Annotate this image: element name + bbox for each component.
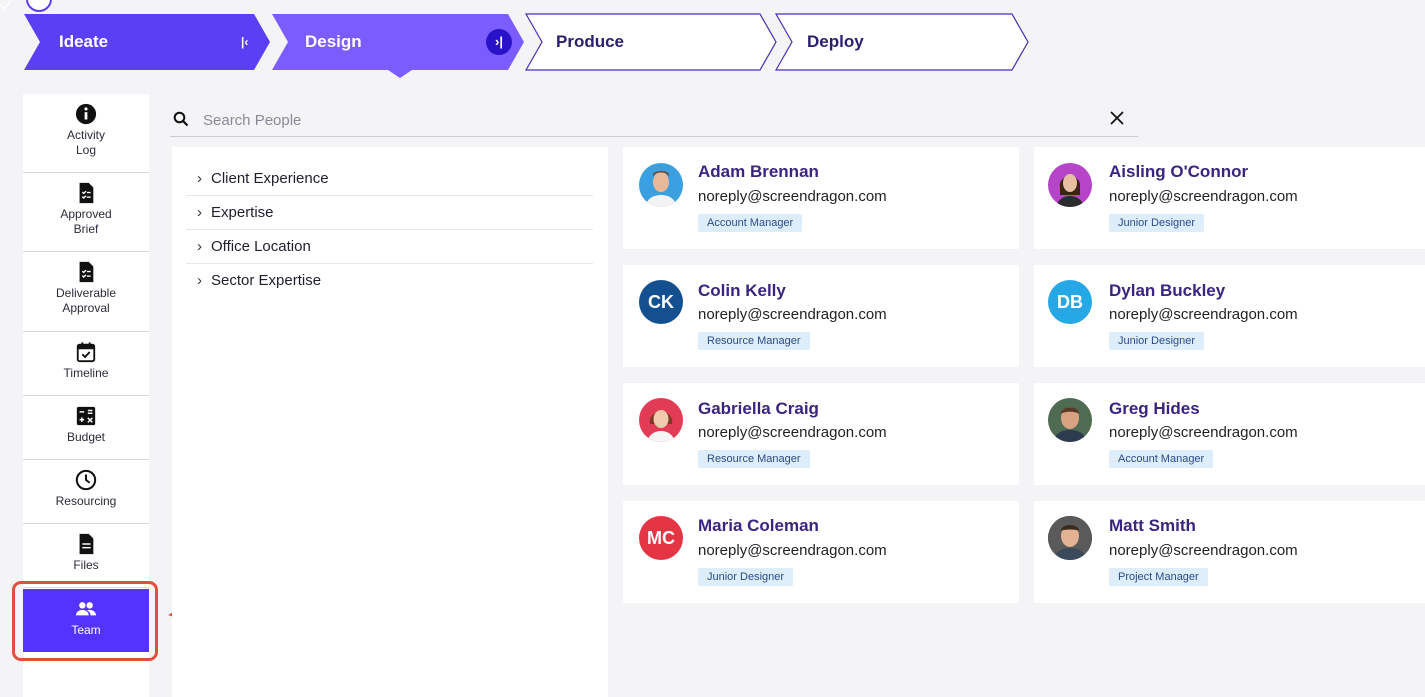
- person-card[interactable]: Gabriella Craig noreply@screendragon.com…: [623, 383, 1019, 485]
- person-name[interactable]: Aisling O'Connor: [1109, 162, 1248, 182]
- person-email: noreply@screendragon.com: [698, 188, 887, 205]
- person-card[interactable]: Greg Hides noreply@screendragon.com Acco…: [1034, 383, 1425, 485]
- avatar: CK: [639, 280, 683, 324]
- stepper-shapes: [24, 13, 1029, 78]
- calculator-icon: [76, 406, 96, 426]
- person-photo-icon: [647, 410, 675, 442]
- person-email: noreply@screendragon.com: [698, 306, 887, 323]
- avatar-initials: CK: [648, 292, 674, 312]
- annotation-highlight-box: [12, 581, 158, 661]
- step-design-label[interactable]: Design: [305, 32, 362, 52]
- person-card[interactable]: Aisling O'Connor noreply@screendragon.co…: [1034, 147, 1425, 249]
- chevron-right-icon: ›: [197, 238, 202, 255]
- step-produce-label[interactable]: Produce: [556, 32, 624, 52]
- filter-office-location[interactable]: › Office Location: [186, 230, 593, 264]
- close-icon[interactable]: [1110, 111, 1124, 125]
- role-badge: Project Manager: [1109, 568, 1208, 586]
- sidebar-item-budget[interactable]: Budget: [23, 396, 149, 460]
- role-badge: Account Manager: [1109, 450, 1214, 468]
- person-card[interactable]: CK Colin Kelly noreply@screendragon.com …: [623, 265, 1019, 367]
- filter-label: Sector Expertise: [211, 272, 322, 289]
- filter-sector-expertise[interactable]: › Sector Expertise: [186, 264, 593, 297]
- step-ideate-label[interactable]: Ideate: [59, 32, 108, 52]
- file-icon: [79, 533, 94, 555]
- person-card[interactable]: Adam Brennan noreply@screendragon.com Ac…: [623, 147, 1019, 249]
- sidebar-item-files[interactable]: Files: [23, 524, 149, 588]
- sidebar-item-resourcing[interactable]: Resourcing: [23, 460, 149, 524]
- search-input[interactable]: [201, 107, 1085, 133]
- role-badge: Junior Designer: [1109, 332, 1205, 350]
- sidebar-item-timeline[interactable]: Timeline: [23, 332, 149, 396]
- avatar-initials: DB: [1057, 292, 1083, 312]
- person-email: noreply@screendragon.com: [1109, 306, 1298, 323]
- avatar: [1048, 398, 1092, 442]
- person-photo-icon: [1053, 407, 1087, 442]
- role-badge: Resource Manager: [698, 450, 810, 468]
- person-email: noreply@screendragon.com: [1109, 542, 1298, 559]
- sidebar-item-label: Deliverable Approval: [55, 286, 117, 315]
- person-photo-icon: [645, 171, 677, 207]
- search-icon: [173, 111, 189, 127]
- role-badge: Junior Designer: [1109, 214, 1205, 232]
- person-name[interactable]: Matt Smith: [1109, 516, 1196, 536]
- step-design-pointer: [388, 70, 412, 78]
- person-name[interactable]: Colin Kelly: [698, 281, 786, 301]
- workflow-stepper: Ideate |‹ Design ›| Produce Deploy: [0, 0, 1100, 80]
- collapse-left-icon[interactable]: |‹: [241, 35, 255, 49]
- chevron-right-icon: ›: [197, 204, 202, 221]
- role-badge: Junior Designer: [698, 568, 794, 586]
- avatar: [1048, 516, 1092, 560]
- sidebar-item-label: Activity Log: [66, 128, 105, 157]
- sidebar-item-approved-brief[interactable]: Approved Brief: [23, 173, 149, 252]
- sidebar-item-label: Files: [73, 558, 99, 572]
- person-name[interactable]: Maria Coleman: [698, 516, 819, 536]
- person-email: noreply@screendragon.com: [698, 542, 887, 559]
- sidebar-item-deliverable-approval[interactable]: Deliverable Approval: [23, 252, 149, 332]
- info-icon: [75, 103, 97, 125]
- person-name[interactable]: Adam Brennan: [698, 162, 819, 182]
- person-card[interactable]: DB Dylan Buckley noreply@screendragon.co…: [1034, 265, 1425, 367]
- person-card[interactable]: MC Maria Coleman noreply@screendragon.co…: [623, 501, 1019, 603]
- sidebar-item-label: Timeline: [63, 366, 109, 380]
- person-email: noreply@screendragon.com: [1109, 424, 1298, 441]
- avatar: MC: [639, 516, 683, 560]
- avatar: DB: [1048, 280, 1092, 324]
- check-icon: [0, 0, 12, 10]
- sidebar-item-label: Approved Brief: [60, 207, 112, 236]
- role-badge: Account Manager: [698, 214, 803, 232]
- expand-right-button[interactable]: ›|: [486, 29, 512, 55]
- person-card[interactable]: Matt Smith noreply@screendragon.com Proj…: [1034, 501, 1425, 603]
- sidebar-item-label: Resourcing: [55, 494, 117, 508]
- search-bar: [170, 104, 1138, 137]
- avatar: [639, 163, 683, 207]
- person-name[interactable]: Gabriella Craig: [698, 399, 819, 419]
- filter-label: Client Experience: [211, 170, 329, 187]
- chevron-right-icon: ›: [197, 170, 202, 187]
- calendar-check-icon: [76, 342, 96, 363]
- filter-expertise[interactable]: › Expertise: [186, 196, 593, 230]
- avatar: [1048, 163, 1092, 207]
- person-photo-icon: [1056, 174, 1084, 207]
- filter-label: Office Location: [211, 238, 311, 255]
- avatar: [639, 398, 683, 442]
- role-badge: Resource Manager: [698, 332, 810, 350]
- avatar-initials: MC: [647, 528, 675, 548]
- person-email: noreply@screendragon.com: [698, 424, 887, 441]
- person-email: noreply@screendragon.com: [1109, 188, 1298, 205]
- checklist-document-icon: [79, 261, 94, 283]
- step-deploy-label[interactable]: Deploy: [807, 32, 864, 52]
- person-name[interactable]: Dylan Buckley: [1109, 281, 1225, 301]
- chevron-right-icon: ›: [197, 272, 202, 289]
- sidebar-item-activity-log[interactable]: Activity Log: [23, 94, 149, 173]
- clock-icon: [75, 469, 97, 491]
- person-name[interactable]: Greg Hides: [1109, 399, 1200, 419]
- filter-label: Expertise: [211, 204, 274, 221]
- checklist-document-icon: [79, 182, 94, 204]
- person-photo-icon: [1048, 516, 1092, 560]
- sidebar-item-label: Budget: [66, 430, 106, 444]
- filter-panel: › Client Experience › Expertise › Office Lo…: [172, 147, 608, 697]
- filter-client-experience[interactable]: › Client Experience: [186, 162, 593, 196]
